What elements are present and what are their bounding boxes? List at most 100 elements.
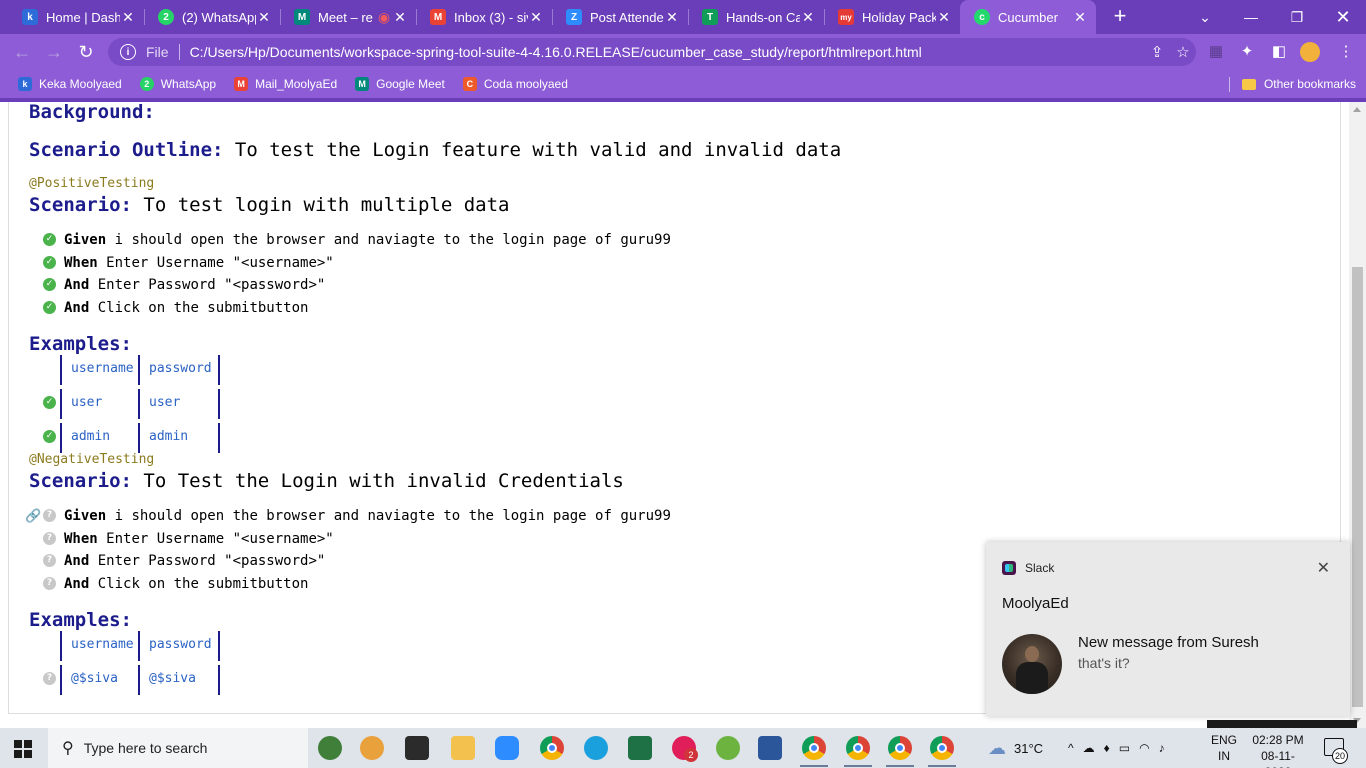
excel-icon[interactable] (628, 736, 652, 760)
notification-app-name: Slack (1025, 561, 1055, 575)
reload-button[interactable]: ↻ (74, 40, 98, 64)
profile-avatar[interactable] (1300, 42, 1320, 62)
tab-meet[interactable]: M Meet – re ◉ ✕ (280, 0, 416, 34)
gmail-icon: M (430, 9, 446, 25)
step: Given i should open the browser and navi… (64, 508, 671, 524)
makemytrip-icon: my (838, 9, 854, 25)
close-icon[interactable]: ✕ (664, 9, 680, 26)
tab-makemytrip[interactable]: my Holiday Packa ✕ (824, 0, 960, 34)
close-icon[interactable]: ✕ (1072, 9, 1088, 26)
step: And Enter Password "<password>" (64, 553, 326, 569)
close-window-button[interactable]: ✕ (1320, 0, 1366, 34)
spring-tool-suite-icon[interactable] (716, 736, 740, 760)
tab-zoom[interactable]: Z Post Attendee ✕ (552, 0, 688, 34)
chevron-up-icon[interactable]: ^ (1068, 741, 1083, 755)
cucumber-icon: c (974, 9, 990, 25)
table-cell: user (60, 389, 140, 419)
notification-body: that's it? (1078, 655, 1130, 671)
close-icon[interactable]: ✕ (528, 9, 544, 26)
tab-gmail[interactable]: M Inbox (3) - siv ✕ (416, 0, 552, 34)
minimize-button[interactable]: — (1228, 0, 1274, 34)
examples-heading: Examples: (29, 333, 132, 355)
scenario-outline-heading: Scenario Outline: To test the Login feat… (29, 139, 842, 161)
extension-icon[interactable]: ▦ (1206, 42, 1226, 62)
system-tray[interactable]: ^ ☁ ♦ ▭ ◠ ♪ (1068, 728, 1174, 768)
word-icon[interactable] (758, 736, 782, 760)
table-header: username (60, 631, 140, 661)
url-text[interactable]: C:/Users/Hp/Documents/workspace-spring-t… (190, 44, 1144, 60)
bookmarks-bar: k Keka Moolyaed 2 WhatsApp M Mail_Moolya… (0, 70, 1366, 98)
link-icon[interactable]: 🔗 (25, 509, 41, 524)
search-placeholder: Type here to search (83, 740, 208, 756)
close-icon[interactable]: ✕ (936, 9, 952, 26)
new-tab-button[interactable]: + (1108, 4, 1132, 28)
slack-icon (1002, 561, 1016, 575)
tab-sheets[interactable]: T Hands-on Ca ✕ (688, 0, 824, 34)
bookmark-mail[interactable]: M Mail_MoolyaEd (234, 77, 337, 91)
scenario-heading: Scenario: To test login with multiple da… (29, 194, 510, 216)
other-bookmarks-label: Other bookmarks (1263, 77, 1356, 91)
chrome-profile-icon[interactable] (888, 736, 912, 760)
bookmark-label: Google Meet (376, 77, 445, 91)
menu-icon[interactable]: ⋮ (1336, 42, 1356, 62)
language-indicator[interactable]: ENG IN (1208, 732, 1240, 764)
address-bar[interactable]: i File C:/Users/Hp/Documents/workspace-s… (108, 38, 1196, 66)
microphone-icon[interactable]: ♦ (1104, 741, 1119, 755)
notification-title: New message from Suresh (1078, 634, 1259, 651)
bookmark-keka[interactable]: k Keka Moolyaed (18, 77, 122, 91)
bookmark-star-icon[interactable]: ☆ (1170, 43, 1196, 61)
extensions-puzzle-icon[interactable]: ✦ (1237, 42, 1257, 62)
windows-start-icon[interactable] (14, 740, 32, 758)
bookmark-whatsapp[interactable]: 2 WhatsApp (139, 77, 216, 91)
notification-count: 20 (1332, 748, 1348, 764)
task-view-icon[interactable] (405, 736, 429, 760)
close-icon[interactable]: ✕ (800, 9, 816, 26)
chrome-profile-icon[interactable] (846, 736, 870, 760)
back-button[interactable]: ← (10, 40, 34, 64)
scrollbar-thumb[interactable] (1352, 267, 1363, 707)
bookmark-coda[interactable]: C Coda moolyaed (462, 77, 568, 91)
close-icon[interactable]: ✕ (1317, 558, 1330, 578)
search-highlight-icon[interactable] (318, 736, 342, 760)
side-panel-icon[interactable]: ◧ (1269, 42, 1289, 62)
close-icon[interactable]: ✕ (392, 9, 408, 26)
step: When Enter Username "<username>" (64, 531, 334, 547)
volume-icon[interactable]: ♪ (1159, 741, 1174, 755)
tab-keka[interactable]: k Home | Dashb ✕ (8, 0, 144, 34)
tag-positive-testing[interactable]: @PositiveTesting (29, 176, 154, 191)
passed-check-icon: ✓ (43, 301, 56, 314)
bookmark-google-meet[interactable]: M Google Meet (355, 77, 445, 91)
file-explorer-icon[interactable] (451, 736, 475, 760)
tab-cucumber[interactable]: c Cucumber ✕ (960, 0, 1096, 34)
vertical-scrollbar[interactable] (1349, 102, 1366, 728)
clock[interactable]: 02:28 PM 08-11-2022 (1250, 732, 1306, 768)
google-meet-icon: M (294, 9, 310, 25)
chrome-profile-icon[interactable] (930, 736, 954, 760)
tab-search-chevron-icon[interactable]: ⌄ (1182, 0, 1228, 34)
chrome-profile-icon[interactable] (802, 736, 826, 760)
passed-check-icon: ✓ (43, 396, 56, 409)
weather[interactable]: ☁ 31°C (988, 728, 1043, 768)
slack-notification[interactable]: Slack ✕ MoolyaEd New message from Suresh… (986, 542, 1350, 716)
bookmark-label: Mail_MoolyaEd (255, 77, 338, 91)
edge-icon[interactable] (584, 736, 608, 760)
close-icon[interactable]: ✕ (120, 9, 136, 26)
forward-button[interactable]: → (42, 40, 66, 64)
other-bookmarks[interactable]: Other bookmarks (1241, 77, 1356, 91)
close-icon[interactable]: ✕ (256, 9, 272, 26)
taskbar-search[interactable]: ⚲ Type here to search (48, 728, 308, 768)
chrome-icon[interactable] (540, 736, 564, 760)
battery-icon[interactable]: ▭ (1119, 741, 1139, 755)
onedrive-icon[interactable]: ☁ (1083, 741, 1104, 755)
share-icon[interactable]: ⇪ (1144, 43, 1170, 61)
wifi-icon[interactable]: ◠ (1139, 741, 1158, 755)
info-icon[interactable]: i (120, 44, 136, 60)
zoom-icon[interactable] (495, 736, 519, 760)
table-header-row: username password (60, 631, 220, 665)
diwali-lamp-icon[interactable] (360, 736, 384, 760)
tag-negative-testing[interactable]: @NegativeTesting (29, 452, 154, 467)
restore-button[interactable]: ❐ (1274, 0, 1320, 34)
table-cell: user (140, 389, 220, 419)
scroll-up-arrow-icon[interactable] (1353, 107, 1361, 112)
tab-whatsapp[interactable]: 2 (2) WhatsApp ✕ (144, 0, 280, 34)
